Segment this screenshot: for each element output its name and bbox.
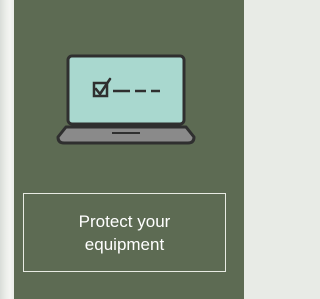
- laptop-checklist-icon: [56, 54, 196, 145]
- laptop-base: [56, 125, 196, 145]
- slide-canvas: Protect your equipment: [0, 0, 244, 299]
- equipment-card: Protect your equipment: [14, 0, 244, 299]
- caption-box: Protect your equipment: [23, 193, 226, 272]
- card-caption: Protect your equipment: [78, 211, 171, 254]
